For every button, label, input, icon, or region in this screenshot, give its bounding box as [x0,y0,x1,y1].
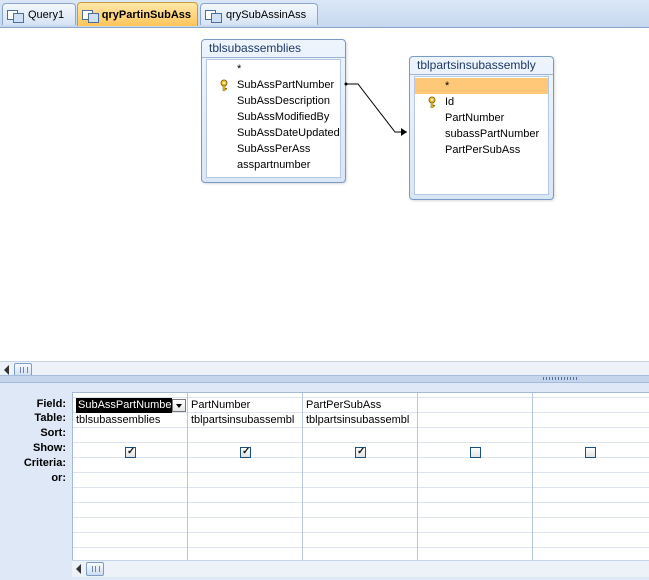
row-label-field: Field: [36,398,66,410]
grid-field-cell[interactable]: PartPerSubAss [303,398,416,413]
tab-label: qryPartinSubAss [101,8,191,21]
scroll-left-arrow-icon[interactable] [76,564,81,574]
query-icon [205,8,222,23]
scroll-left-arrow-icon[interactable] [4,365,9,375]
grid-table-cell[interactable]: tblpartsinsubassembl [188,413,301,428]
grid-field-cell[interactable]: SubAssPartNumbe [76,398,172,413]
row-label-criteria: Criteria: [23,457,66,469]
grid-horizontal-scrollbar[interactable] [72,560,649,577]
tab-label: qrySubAssinAss [226,8,307,21]
show-checkbox[interactable]: ✓ [355,447,366,458]
grid-table-cell[interactable]: tblpartsinsubassembl [303,413,416,428]
row-label-show: Show: [33,442,66,454]
show-checkbox[interactable]: ✓ [125,447,136,458]
query-design-pane[interactable]: tblsubassemblies * SubAssPartNumber SubA… [0,28,649,378]
tab-qrysubassinass[interactable]: qrySubAssinAss [200,3,318,25]
query-icon [7,8,24,23]
row-label-or: or: [51,472,66,484]
document-tab-strip: Query1 qryPartinSubAss qrySubAssinAss [0,0,649,28]
grid-table-cell[interactable]: tblsubassemblies [73,413,186,428]
tab-label: Query1 [28,8,65,21]
join-line[interactable] [0,28,649,361]
pane-splitter[interactable] [0,375,649,383]
grid-field-cell[interactable]: PartNumber [188,398,301,413]
show-checkbox[interactable] [470,447,481,458]
splitter-grip-icon [543,377,579,380]
field-dropdown-arrow-icon[interactable] [172,399,186,412]
scroll-thumb[interactable] [86,562,104,576]
row-label-table: Table: [34,412,66,424]
query-icon [82,8,99,23]
show-checkbox[interactable] [585,447,596,458]
design-grid[interactable]: SubAssPartNumbe tblsubassemblies ✓ PartN… [72,392,649,562]
tab-qrypartinsubass[interactable]: qryPartinSubAss [77,2,198,26]
query-design-grid-pane: Field: Table: Sort: Show: Criteria: or: … [0,383,649,580]
show-checkbox[interactable]: ✓ [240,447,251,458]
tab-query1[interactable]: Query1 [2,3,76,25]
row-label-sort: Sort: [40,427,66,439]
